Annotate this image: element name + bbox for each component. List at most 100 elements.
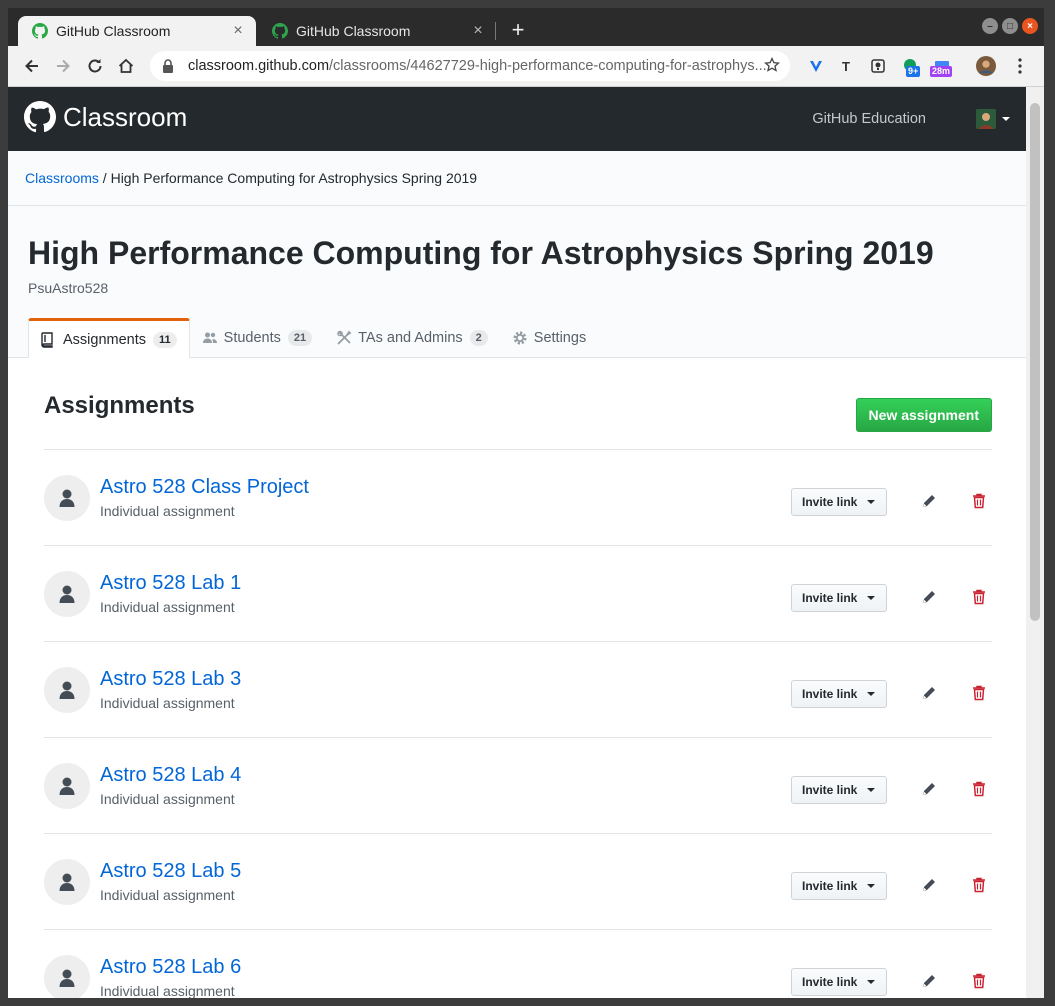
- trash-delete-icon[interactable]: [972, 589, 988, 607]
- tab-title: GitHub Classroom: [296, 23, 411, 39]
- trash-delete-icon[interactable]: [972, 781, 988, 799]
- maximize-icon[interactable]: □: [1002, 18, 1018, 34]
- assignment-title-link[interactable]: Astro 528 Lab 4: [100, 764, 241, 787]
- assignment-title-link[interactable]: Astro 528 Lab 6: [100, 956, 241, 979]
- tab-title: GitHub Classroom: [56, 23, 171, 39]
- page-viewport: Classroom GitHub Education Classrooms / …: [8, 87, 1026, 998]
- invite-link-label: Invite link: [802, 783, 858, 797]
- invite-link-label: Invite link: [802, 687, 858, 701]
- close-window-icon[interactable]: ×: [1022, 18, 1038, 34]
- tab-label: TAs and Admins: [358, 329, 463, 346]
- invite-link-dropdown[interactable]: Invite link: [791, 680, 887, 708]
- assignment-title-link[interactable]: Astro 528 Class Project: [100, 476, 309, 499]
- tab-settings[interactable]: Settings: [500, 318, 598, 357]
- gear-icon: [512, 330, 528, 346]
- book-icon: [41, 331, 57, 348]
- assignment-row: Astro 528 Lab 4 Individual assignment In…: [44, 738, 992, 834]
- assignment-row: Astro 528 Lab 5 Individual assignment In…: [44, 834, 992, 930]
- forward-arrow-icon[interactable]: [51, 54, 75, 78]
- invite-link-label: Invite link: [802, 495, 858, 509]
- breadcrumb-bar: Classrooms / High Performance Computing …: [8, 151, 1026, 206]
- tab-close-icon[interactable]: ×: [230, 22, 246, 40]
- url-host: classroom.github.com: [188, 58, 330, 74]
- new-tab-button[interactable]: +: [508, 18, 528, 42]
- bookmark-star-icon[interactable]: [764, 56, 780, 77]
- invite-link-dropdown[interactable]: Invite link: [791, 488, 887, 516]
- browser-tab-active[interactable]: GitHub Classroom ×: [18, 16, 256, 46]
- browser-tab-inactive[interactable]: GitHub Classroom ×: [258, 16, 496, 46]
- tab-assignments[interactable]: Assignments 11: [28, 318, 190, 358]
- invite-link-dropdown[interactable]: Invite link: [791, 968, 887, 996]
- person-avatar-icon: [44, 763, 90, 809]
- assignment-title-link[interactable]: Astro 528 Lab 3: [100, 668, 241, 691]
- tab-label: Settings: [533, 329, 587, 346]
- assignment-title-link[interactable]: Astro 528 Lab 5: [100, 860, 241, 883]
- pencil-edit-icon[interactable]: [921, 685, 939, 703]
- new-assignment-button[interactable]: New assignment: [855, 398, 992, 432]
- lightbulb-extension-icon[interactable]: [868, 56, 888, 76]
- pencil-edit-icon[interactable]: [921, 589, 939, 607]
- invite-link-dropdown[interactable]: Invite link: [791, 584, 887, 612]
- breadcrumb-separator: /: [98, 170, 111, 186]
- dropdown-caret-icon: [867, 884, 876, 888]
- calendar-extension-icon[interactable]: 28m: [930, 56, 953, 77]
- dropdown-caret-icon: [867, 596, 876, 600]
- window-controls: – □ ×: [982, 18, 1038, 34]
- profile-avatar[interactable]: [976, 56, 996, 76]
- scrollbar-thumb[interactable]: [1030, 103, 1040, 621]
- v-extension-icon[interactable]: [806, 56, 826, 76]
- tab-label: Assignments: [63, 331, 147, 348]
- tab-close-icon[interactable]: ×: [470, 22, 486, 40]
- tab-students[interactable]: Students 21: [190, 318, 325, 357]
- tab-counter: 11: [153, 331, 177, 348]
- octocat-icon: [24, 101, 56, 133]
- breadcrumb-classrooms-link[interactable]: Classrooms: [25, 170, 99, 186]
- page-scrollbar[interactable]: [1026, 87, 1044, 998]
- dropdown-caret-icon: [1002, 117, 1010, 121]
- hangouts-extension-icon[interactable]: 9+: [900, 56, 921, 77]
- trash-delete-icon[interactable]: [972, 973, 988, 991]
- dropdown-caret-icon: [867, 788, 876, 792]
- pencil-edit-icon[interactable]: [921, 877, 939, 895]
- tab-counter: 21: [287, 329, 313, 346]
- tab-counter: 2: [469, 329, 488, 346]
- assignment-type: Individual assignment: [100, 983, 235, 998]
- chrome-menu-icon[interactable]: [1010, 56, 1030, 76]
- invite-link-dropdown[interactable]: Invite link: [791, 872, 887, 900]
- assignment-type: Individual assignment: [100, 599, 235, 615]
- people-icon: [202, 330, 218, 346]
- minimize-icon[interactable]: –: [982, 18, 998, 34]
- github-favicon-icon: [272, 23, 288, 39]
- address-bar[interactable]: classroom.github.com/classrooms/44627729…: [150, 51, 790, 81]
- trash-delete-icon[interactable]: [972, 493, 988, 511]
- invite-link-label: Invite link: [802, 879, 858, 893]
- home-icon[interactable]: [114, 54, 138, 78]
- assignment-type: Individual assignment: [100, 887, 235, 903]
- assignment-row: Astro 528 Lab 3 Individual assignment In…: [44, 642, 992, 738]
- classroom-title-area: High Performance Computing for Astrophys…: [8, 206, 1026, 358]
- github-favicon-icon: [32, 23, 48, 39]
- classroom-logo[interactable]: Classroom: [24, 101, 187, 133]
- invite-link-label: Invite link: [802, 591, 858, 605]
- breadcrumb-current: High Performance Computing for Astrophys…: [110, 170, 478, 186]
- invite-link-label: Invite link: [802, 975, 858, 989]
- user-menu[interactable]: [976, 109, 1010, 129]
- tab-tas-and-admins[interactable]: TAs and Admins 2: [324, 318, 500, 357]
- tab-separator: [495, 22, 496, 40]
- pencil-edit-icon[interactable]: [921, 973, 939, 991]
- back-arrow-icon[interactable]: [20, 54, 44, 78]
- tab-strip: GitHub Classroom × GitHub Classroom × + …: [8, 8, 1044, 46]
- github-education-link[interactable]: GitHub Education: [812, 111, 926, 127]
- reload-icon[interactable]: [83, 54, 107, 78]
- assignment-title-link[interactable]: Astro 528 Lab 1: [100, 572, 241, 595]
- browser-window: GitHub Classroom × GitHub Classroom × + …: [8, 8, 1044, 998]
- pencil-edit-icon[interactable]: [921, 493, 939, 511]
- pencil-edit-icon[interactable]: [921, 781, 939, 799]
- assignment-row: Astro 528 Lab 1 Individual assignment In…: [44, 546, 992, 642]
- tab-label: Students: [223, 329, 281, 346]
- classroom-tabs: Assignments 11 Students 21 TAs and Admin…: [28, 318, 598, 358]
- invite-link-dropdown[interactable]: Invite link: [791, 776, 887, 804]
- t-extension-icon[interactable]: T: [836, 56, 856, 76]
- trash-delete-icon[interactable]: [972, 877, 988, 895]
- trash-delete-icon[interactable]: [972, 685, 988, 703]
